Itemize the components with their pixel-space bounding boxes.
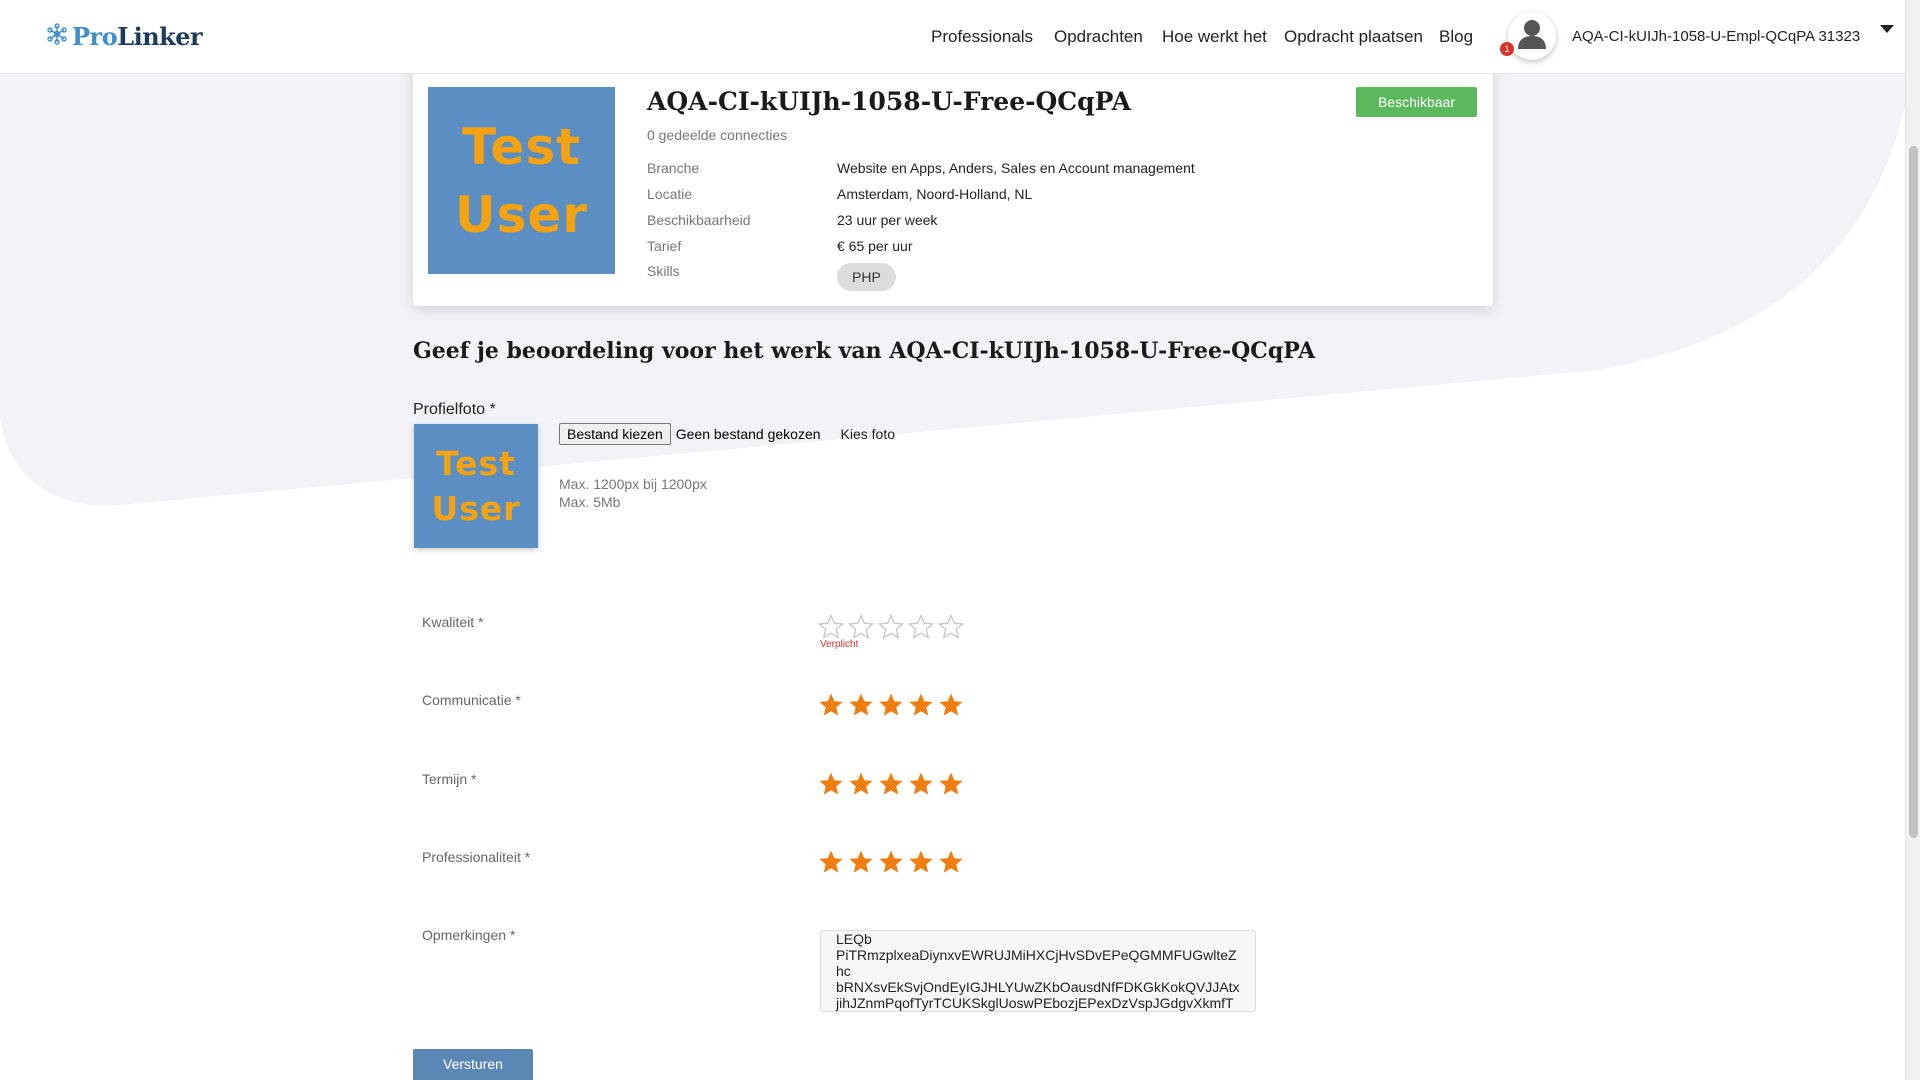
file-status: Geen bestand gekozen [675,426,821,442]
logo-text: ProLinker [72,22,203,51]
rating-label-termijn: Termijn * [422,771,477,787]
review-title: Geef je beoordeling voor het werk van AQ… [413,338,1316,364]
required-message: Verplicht [820,639,859,650]
star-filled-icon[interactable] [908,849,938,877]
detail-value-branche: Website en Apps, Anders, Sales en Accoun… [837,160,1195,176]
star-filled-icon[interactable] [878,692,908,720]
chevron-down-icon[interactable] [1880,25,1895,33]
profile-name: AQA-CI-kUIJh-1058-U-Free-QCqPA [647,87,1132,116]
star-filled-icon[interactable] [848,771,878,799]
star-filled-icon[interactable] [878,771,908,799]
detail-label-branche: Branche [647,160,700,176]
star-empty-icon[interactable] [908,614,938,642]
detail-label-tarief: Tarief [647,238,682,254]
rating-stars-professionaliteit[interactable] [818,849,968,877]
star-filled-icon[interactable] [908,771,938,799]
availability-button[interactable]: Beschikbaar [1356,87,1477,117]
profile-photo-label: Profielfoto * [413,401,496,418]
star-filled-icon[interactable] [818,849,848,877]
nav-opdracht-plaatsen[interactable]: Opdracht plaatsen [1284,27,1423,47]
prolinker-logo[interactable]: ProLinker [46,22,203,51]
star-filled-icon[interactable] [818,771,848,799]
choose-photo-link[interactable]: Kies foto [841,426,895,442]
rating-stars-termijn[interactable] [818,771,968,799]
detail-label-beschikbaarheid: Beschikbaarheid [647,212,751,228]
star-filled-icon[interactable] [938,771,968,799]
profile-photo: Test User [428,87,615,274]
file-mb-hint: Max. 5Mb [559,494,621,510]
nav-professionals[interactable]: Professionals [931,27,1033,47]
star-filled-icon[interactable] [848,692,878,720]
file-size-hint: Max. 1200px bij 1200px [559,476,707,492]
shared-connections[interactable]: 0 gedeelde connecties [647,127,787,143]
detail-value-beschikbaarheid: 23 uur per week [837,212,938,228]
notification-badge[interactable]: 1 [1500,42,1514,56]
star-filled-icon[interactable] [848,849,878,877]
star-empty-icon[interactable] [938,614,968,642]
network-logo-icon [46,23,68,50]
review-photo-preview: Test User [414,424,538,548]
detail-value-locatie: Amsterdam, Noord-Holland, NL [837,186,1033,202]
file-upload-row: Bestand kiezen Geen bestand gekozen Kies… [559,423,895,445]
rating-label-communicatie: Communicatie * [422,692,521,708]
detail-value-tarief: € 65 per uur [837,238,913,254]
choose-file-button[interactable]: Bestand kiezen [559,423,671,445]
user-icon [1517,18,1547,55]
remarks-label: Opmerkingen * [422,927,516,943]
profile-card: Test User AQA-CI-kUIJh-1058-U-Free-QCqPA… [413,48,1493,306]
rating-label-kwaliteit: Kwaliteit * [422,614,484,630]
top-navbar: ProLinker Professionals Opdrachten Hoe w… [0,0,1905,74]
star-empty-icon[interactable] [818,614,848,642]
submit-button[interactable]: Versturen [413,1049,533,1080]
scrollbar-thumb[interactable] [1909,146,1918,838]
nav-opdrachten[interactable]: Opdrachten [1054,27,1143,47]
rating-label-professionaliteit: Professionaliteit * [422,849,531,865]
avatar[interactable]: 1 [1500,12,1556,60]
skill-chip: PHP [837,263,896,291]
nav-blog[interactable]: Blog [1439,27,1473,47]
star-filled-icon[interactable] [908,692,938,720]
star-empty-icon[interactable] [878,614,908,642]
star-filled-icon[interactable] [938,692,968,720]
star-filled-icon[interactable] [878,849,908,877]
user-menu[interactable]: 1 AQA-CI-kUIJh-1058-U-Empl-QCqPA 31323 [1500,12,1895,60]
page-scrollbar[interactable] [1905,0,1920,1080]
remarks-textarea[interactable]: LEQb PiTRmzplxeaDiynxvEWRUJMiHXCjHvSDvEP… [820,930,1256,1012]
star-filled-icon[interactable] [938,849,968,877]
rating-stars-communicatie[interactable] [818,692,968,720]
star-filled-icon[interactable] [818,692,848,720]
nav-hoe-werkt-het[interactable]: Hoe werkt het [1162,27,1267,47]
user-name[interactable]: AQA-CI-kUIJh-1058-U-Empl-QCqPA 31323 [1572,28,1860,45]
rating-stars-kwaliteit[interactable] [818,614,968,642]
detail-label-locatie: Locatie [647,186,693,202]
star-empty-icon[interactable] [848,614,878,642]
detail-label-skills: Skills [647,263,680,279]
